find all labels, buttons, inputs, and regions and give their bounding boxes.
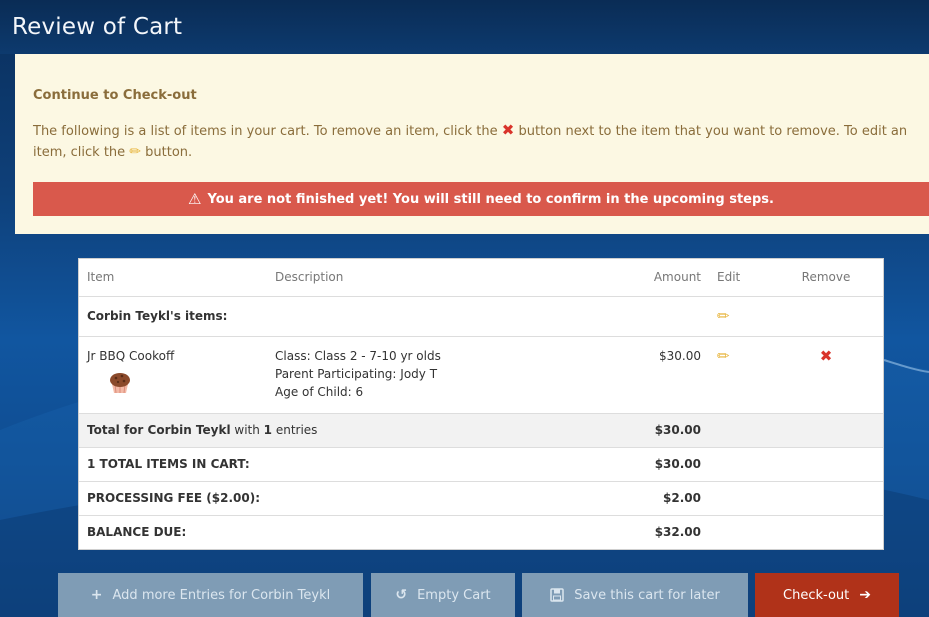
column-header-item: Item bbox=[79, 259, 267, 297]
owner-total-amount: $30.00 bbox=[587, 413, 709, 448]
notice-instructions: The following is a list of items in your… bbox=[33, 120, 913, 163]
warning-text: You are not finished yet! You will still… bbox=[207, 191, 774, 207]
undo-icon: ↺ bbox=[395, 587, 408, 603]
item-remove-cell: ✖ bbox=[769, 336, 883, 414]
close-x-icon[interactable]: ✖ bbox=[820, 347, 833, 365]
processing-fee-row: PROCESSING FEE ($2.00): $2.00 bbox=[79, 481, 883, 516]
item-cell: Jr BBQ Cookoff bbox=[79, 336, 267, 414]
table-header-row: Item Description Amount Edit Remove bbox=[79, 259, 883, 297]
balance-due-amount: $32.00 bbox=[654, 525, 701, 540]
balance-due-row: BALANCE DUE: $32.00 bbox=[79, 515, 883, 549]
close-x-icon: ✖ bbox=[501, 121, 515, 139]
pencil-icon[interactable]: ✏ bbox=[717, 347, 730, 365]
owner-row: Corbin Teykl's items: ✏ bbox=[79, 296, 883, 337]
item-class: Class: Class 2 - 7-10 yr olds bbox=[275, 348, 441, 363]
owner-total-label: Total for Corbin Teykl with 1 entries bbox=[79, 413, 587, 448]
items-in-cart-amount: $30.00 bbox=[587, 447, 709, 482]
balance-due-label: BALANCE DUE: bbox=[87, 525, 187, 540]
add-more-entries-button[interactable]: + Add more Entries for Corbin Teykl bbox=[58, 573, 363, 617]
pencil-icon: ✏ bbox=[129, 144, 142, 160]
owner-edit-cell: ✏ bbox=[709, 296, 769, 337]
empty-cart-label: Empty Cart bbox=[417, 587, 491, 603]
checkout-label: Check-out bbox=[783, 587, 850, 603]
save-cart-label: Save this cart for later bbox=[574, 587, 720, 603]
add-more-entries-label: Add more Entries for Corbin Teykl bbox=[112, 587, 331, 603]
item-description: Class: Class 2 - 7-10 yr olds Parent Par… bbox=[267, 336, 587, 414]
column-header-description: Description bbox=[267, 259, 587, 297]
items-in-cart-row: 1 TOTAL ITEMS IN CART: $30.00 bbox=[79, 447, 883, 482]
checkout-button[interactable]: Check-out ➔ bbox=[755, 573, 899, 617]
item-child-age: Age of Child: 6 bbox=[275, 384, 364, 399]
item-edit-cell: ✏ bbox=[709, 336, 769, 414]
items-in-cart-label: 1 TOTAL ITEMS IN CART: bbox=[79, 447, 587, 482]
pencil-icon[interactable]: ✏ bbox=[717, 307, 730, 325]
notice-heading: Continue to Check-out bbox=[33, 88, 197, 103]
arrow-right-icon: ➔ bbox=[859, 587, 871, 603]
page-title: Review of Cart bbox=[12, 14, 183, 40]
item-amount: $30.00 bbox=[587, 336, 709, 414]
processing-fee-amount: $2.00 bbox=[587, 481, 709, 516]
item-parent: Parent Participating: Jody T bbox=[275, 366, 438, 381]
owner-total-row: Total for Corbin Teykl with 1 entries $3… bbox=[79, 413, 883, 448]
floppy-disk-icon bbox=[550, 588, 564, 602]
save-cart-button[interactable]: Save this cart for later bbox=[522, 573, 748, 617]
notice-text-part1: The following is a list of items in your… bbox=[33, 124, 498, 139]
column-header-edit: Edit bbox=[709, 259, 769, 297]
muffin-icon bbox=[110, 372, 130, 393]
item-name: Jr BBQ Cookoff bbox=[87, 348, 175, 363]
warning-banner: ⚠ You are not finished yet! You will sti… bbox=[33, 182, 929, 216]
empty-cart-button[interactable]: ↺ Empty Cart bbox=[371, 573, 515, 617]
plus-icon: + bbox=[90, 587, 103, 603]
warning-triangle-icon: ⚠ bbox=[188, 190, 202, 208]
column-header-amount: Amount bbox=[587, 259, 709, 297]
cart-table: Item Description Amount Edit Remove Corb… bbox=[79, 259, 883, 549]
table-row: Jr BBQ Cookoff Class: Class 2 - 7-10 yr … bbox=[79, 336, 883, 414]
column-header-remove: Remove bbox=[769, 259, 883, 297]
processing-fee-label: PROCESSING FEE ($2.00): bbox=[79, 481, 587, 516]
owner-label: Corbin Teykl's items: bbox=[79, 296, 709, 337]
notice-text-part3: button. bbox=[145, 145, 193, 160]
checkout-notice-panel: Continue to Check-out The following is a… bbox=[15, 54, 929, 234]
cart-table-container: Item Description Amount Edit Remove Corb… bbox=[78, 258, 884, 550]
